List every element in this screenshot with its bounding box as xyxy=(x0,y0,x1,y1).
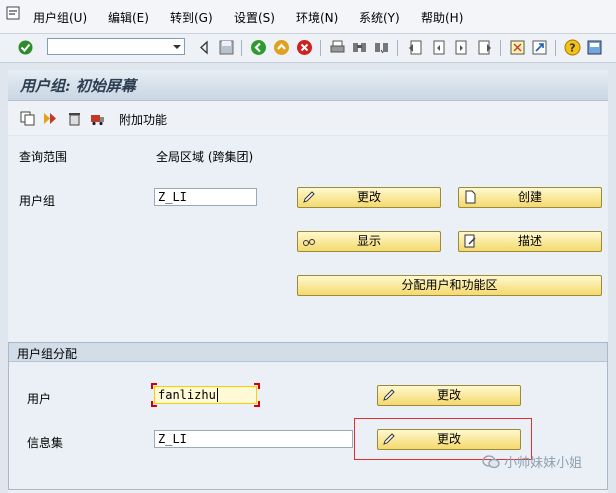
watermark: 小帅妹妹小姐 xyxy=(482,452,582,471)
group-box-title: 用户组分配 xyxy=(17,347,78,361)
last-page-icon[interactable] xyxy=(476,39,493,56)
transport-icon[interactable] xyxy=(90,111,105,126)
infoset-label: 信息集 xyxy=(27,436,64,450)
toolbar-separator xyxy=(320,40,321,56)
collapse-icon[interactable] xyxy=(196,39,213,56)
assign-users-button-label: 分配用户和功能区 xyxy=(401,278,498,292)
describe-button-label: 描述 xyxy=(517,234,542,248)
change-button-label: 更改 xyxy=(356,190,381,204)
user-group-input[interactable]: Z_LI xyxy=(154,188,257,206)
focus-corner xyxy=(151,401,157,407)
edit-document-icon xyxy=(464,234,476,248)
scope-label: 查询范围 xyxy=(19,150,68,164)
menu-help[interactable]: 帮助(H) xyxy=(421,9,463,26)
title-bar: 用户组: 初始屏幕 xyxy=(8,70,608,101)
application-toolbar: 附加功能 xyxy=(8,101,608,135)
print-icon[interactable] xyxy=(329,39,346,56)
create-button-label: 创建 xyxy=(517,190,542,204)
next-page-icon[interactable] xyxy=(453,39,470,56)
menu-system[interactable]: 系统(Y) xyxy=(359,9,400,26)
wechat-icon xyxy=(482,455,500,469)
save-icon[interactable] xyxy=(218,39,235,56)
focus-corner xyxy=(254,401,260,407)
display-button-label: 显示 xyxy=(356,234,381,248)
exit-icon[interactable] xyxy=(273,39,290,56)
chevron-down-icon[interactable] xyxy=(171,40,183,53)
watermark-text: 小帅妹妹小姐 xyxy=(504,456,583,471)
toolbar-separator xyxy=(241,40,242,56)
pencil-icon xyxy=(383,389,395,401)
user-input[interactable]: fanlizhu xyxy=(154,386,257,404)
help-icon[interactable]: ? xyxy=(564,39,581,56)
focus-corner xyxy=(151,383,157,389)
user-change-button[interactable]: 更改 xyxy=(377,385,521,406)
user-input-value: fanlizhu xyxy=(158,388,216,402)
pencil-icon xyxy=(303,191,315,203)
toolbar-separator xyxy=(500,40,501,56)
system-menu-icon[interactable] xyxy=(6,6,20,20)
enter-icon[interactable] xyxy=(17,39,34,56)
layout-icon[interactable] xyxy=(586,39,603,56)
svg-text:?: ? xyxy=(569,42,575,55)
find-icon[interactable] xyxy=(351,39,368,56)
menu-edit[interactable]: 编辑(E) xyxy=(108,9,149,26)
toolbar-separator xyxy=(555,40,556,56)
shortcut-icon[interactable] xyxy=(531,39,548,56)
menu-environment[interactable]: 环境(N) xyxy=(296,9,338,26)
user-change-button-label: 更改 xyxy=(436,388,461,402)
change-button[interactable]: 更改 xyxy=(297,187,441,208)
display-button[interactable]: 显示 xyxy=(297,231,441,252)
new-session-icon[interactable] xyxy=(509,39,526,56)
new-document-icon xyxy=(465,190,476,204)
copy-icon[interactable] xyxy=(20,111,35,126)
menu-goto[interactable]: 转到(G) xyxy=(170,9,213,26)
menu-user-group[interactable]: 用户组(U) xyxy=(33,9,87,26)
prev-page-icon[interactable] xyxy=(430,39,447,56)
cancel-icon[interactable] xyxy=(296,39,313,56)
group-box-header: 用户组分配 xyxy=(9,343,607,362)
user-group-label: 用户组 xyxy=(19,194,56,208)
focus-corner xyxy=(254,383,260,389)
first-page-icon[interactable] xyxy=(407,39,424,56)
back-icon[interactable] xyxy=(250,39,267,56)
scope-value: 全局区域 (跨集团) xyxy=(156,150,254,164)
user-label: 用户 xyxy=(27,392,52,406)
assign-users-button[interactable]: 分配用户和功能区 xyxy=(297,275,602,296)
extras-menu[interactable]: 附加功能 xyxy=(119,111,167,128)
create-button[interactable]: 创建 xyxy=(458,187,602,208)
standard-toolbar: ? xyxy=(0,34,616,63)
delete-icon[interactable] xyxy=(67,111,82,126)
infoset-input[interactable]: Z_LI xyxy=(154,430,353,448)
menu-settings[interactable]: 设置(S) xyxy=(234,9,275,26)
rename-icon[interactable] xyxy=(43,111,58,126)
describe-button[interactable]: 描述 xyxy=(458,231,602,252)
command-field[interactable] xyxy=(47,38,185,55)
find-next-icon[interactable] xyxy=(373,39,390,56)
toolbar-separator xyxy=(397,40,398,56)
menu-bar: 用户组(U) 编辑(E) 转到(G) 设置(S) 环境(N) 系统(Y) 帮助(… xyxy=(0,0,616,34)
page-title: 用户组: 初始屏幕 xyxy=(20,77,136,95)
glasses-icon xyxy=(303,239,315,246)
